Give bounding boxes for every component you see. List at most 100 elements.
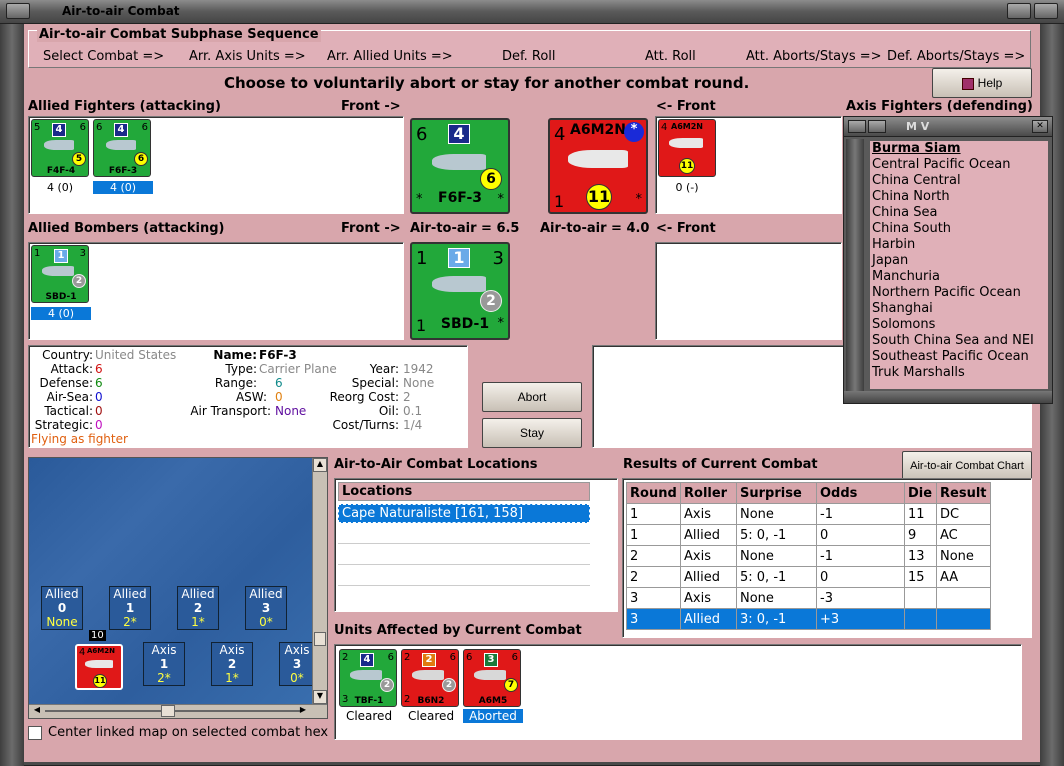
popup-menu-button[interactable] <box>848 120 866 133</box>
allied-box-2[interactable]: Allied 2 1* <box>177 586 219 630</box>
scroll-down-arrow-icon[interactable]: ▼ <box>313 690 327 704</box>
cell: Allied <box>680 608 737 630</box>
allied-box-1[interactable]: Allied 1 2* <box>109 586 151 630</box>
book-icon <box>961 77 974 90</box>
airsea-label: Air-Sea: <box>46 390 93 404</box>
map-horizontal-scrollbar[interactable]: ◀ ▶ <box>29 704 327 718</box>
abort-button[interactable]: Abort <box>482 382 582 412</box>
popup-close-icon[interactable]: ✕ <box>1032 120 1048 133</box>
counter-circle: 5 <box>72 152 86 166</box>
scroll-left-arrow-icon[interactable]: ◀ <box>31 705 43 717</box>
region-item[interactable]: Southeast Pacific Ocean <box>870 349 1048 365</box>
map-view[interactable]: Allied 0 None Allied 1 2* Allied 2 1* Allied 3 0… <box>28 457 328 719</box>
axis-unit-counter[interactable]: 4 A6M2N 11 <box>658 119 716 177</box>
region-item[interactable]: South China Sea and NEI <box>870 333 1048 349</box>
table-row[interactable]: 3 Axis None -3 <box>626 587 991 609</box>
cell <box>936 587 991 609</box>
region-item[interactable]: Solomons <box>870 317 1048 333</box>
box-num: 2 <box>227 657 237 671</box>
window-titlebar[interactable]: Air-to-air Combat <box>0 0 1064 24</box>
region-item[interactable]: Truk Marshalls <box>870 365 1048 381</box>
region-item[interactable]: China Sea <box>870 205 1048 221</box>
step-arr-axis: Arr. Axis Units => <box>189 49 306 64</box>
front-bomber-counter[interactable]: 1 1 3 2 1 SBD-1 * <box>410 242 510 340</box>
cell: 0 <box>816 524 905 546</box>
region-item[interactable]: China North <box>870 189 1048 205</box>
axis-bombers-box[interactable] <box>655 242 842 340</box>
region-item[interactable]: Shanghai <box>870 301 1048 317</box>
scroll-thumb[interactable] <box>314 632 326 646</box>
axis-box-2[interactable]: Axis 2 1* <box>211 642 253 686</box>
counter-top: 6 <box>466 652 473 663</box>
affected-counter-a6m5[interactable]: 6 3 6 7 A6M5 <box>463 649 521 707</box>
center-map-checkbox[interactable] <box>28 726 42 740</box>
affected-units-box[interactable]: 2 4 6 2 3 TBF-1 Cleared 2 2 6 2 2 B6N2 C… <box>334 644 1022 740</box>
table-row[interactable]: 2 Allied 5: 0, -1 0 15 AA <box>626 566 991 588</box>
cell: 15 <box>904 566 937 588</box>
minimize-button[interactable] <box>1007 3 1031 19</box>
cell: DC <box>936 503 991 525</box>
oil-value: 0.1 <box>403 404 423 418</box>
axis-box-3[interactable]: Axis 3 0* <box>279 642 315 686</box>
map-unit-name: A6M2N <box>87 647 115 655</box>
location-row[interactable]: Cape Naturaliste [161, 158] <box>338 504 590 523</box>
allied-bombers-box[interactable]: 1 1 3 2 SBD-1 4 (0) <box>28 242 404 340</box>
cell: 1 <box>626 524 681 546</box>
front-bomber-star: * <box>497 316 505 331</box>
region-item[interactable]: Japan <box>870 253 1048 269</box>
front-axis-counter[interactable]: 4 A6M2N * 11 1 * <box>548 118 648 214</box>
allied-fighters-box[interactable]: 5 4 6 5 F4F-4 4 (0) 6 4 6 6 F6F-3 4 (0) <box>28 116 404 214</box>
map-vertical-scrollbar[interactable]: ▲ ▼ <box>312 458 327 704</box>
region-popup[interactable]: M V ✕ Burma Siam Central Pacific Ocean C… <box>843 116 1053 404</box>
affected-title: Units Affected by Current Combat <box>334 623 582 638</box>
scroll-up-arrow-icon[interactable]: ▲ <box>313 458 327 472</box>
axis-unit-status: 0 (-) <box>675 181 699 194</box>
asw-value: 0 <box>275 390 283 404</box>
region-item[interactable]: Northern Pacific Ocean <box>870 285 1048 301</box>
box-side: Allied <box>181 587 215 601</box>
region-list[interactable]: Burma Siam Central Pacific Ocean China C… <box>870 141 1048 389</box>
unit-counter-f4f4[interactable]: 5 4 6 5 F4F-4 <box>31 119 89 177</box>
front-allied-counter[interactable]: 6 4 6 F6F-3 * * <box>410 118 510 214</box>
region-item[interactable]: China Central <box>870 173 1048 189</box>
popup-pin-button[interactable] <box>868 120 886 133</box>
name-label: Name: <box>213 348 257 362</box>
help-button[interactable]: Help <box>932 68 1032 98</box>
unit-counter-f6f3[interactable]: 6 4 6 6 F6F-3 <box>92 118 152 178</box>
axis-box-1[interactable]: Axis 1 2* <box>143 642 185 686</box>
col-roller: Roller <box>680 482 737 504</box>
bomber-counter-sbd1[interactable]: 1 1 3 2 SBD-1 <box>31 245 89 303</box>
axis-counter-name: A6M2N <box>671 122 703 131</box>
window-title: Air-to-air Combat <box>62 4 180 18</box>
system-menu-button[interactable] <box>6 3 30 19</box>
scroll-right-arrow-icon[interactable]: ▶ <box>297 705 309 717</box>
affected-counter-b6n2[interactable]: 2 2 6 2 2 B6N2 <box>401 649 459 707</box>
locations-list[interactable]: Locations Cape Naturaliste [161, 158] <box>334 478 618 612</box>
affected-counter-tbf1[interactable]: 2 4 6 2 3 TBF-1 <box>339 649 397 707</box>
region-item[interactable]: Harbin <box>870 237 1048 253</box>
cell: 3 <box>626 587 681 609</box>
allied-fighters-label: Allied Fighters (attacking) <box>28 99 221 114</box>
table-row[interactable]: 1 Axis None -1 11 DC <box>626 503 991 525</box>
axis-fighters-box[interactable]: 4 A6M2N 11 0 (-) <box>655 116 842 214</box>
front-star-right: * <box>497 192 505 207</box>
cell: 2 <box>626 545 681 567</box>
region-item[interactable]: Central Pacific Ocean <box>870 157 1048 173</box>
close-button[interactable] <box>1034 3 1058 19</box>
cell <box>904 608 937 630</box>
table-row[interactable]: 2 Axis None -1 13 None <box>626 545 991 567</box>
table-row-selected[interactable]: 3 Allied 3: 0, -1 +3 <box>626 608 991 630</box>
region-item[interactable]: Burma Siam <box>870 141 1048 157</box>
region-item[interactable]: Manchuria <box>870 269 1048 285</box>
airsea-value: 0 <box>95 390 103 404</box>
region-item[interactable]: China South <box>870 221 1048 237</box>
bombers-front-label: Front -> <box>341 221 401 236</box>
allied-box-3[interactable]: Allied 3 0* <box>245 586 287 630</box>
popup-titlebar[interactable]: M V ✕ <box>844 117 1052 137</box>
map-unit-counter[interactable]: 4 A6M2N 11 <box>75 644 123 690</box>
scroll-thumb-h[interactable] <box>161 705 175 717</box>
allied-box-0[interactable]: Allied 0 None <box>41 586 83 630</box>
stay-button[interactable]: Stay <box>482 418 582 448</box>
table-row[interactable]: 1 Allied 5: 0, -1 0 9 AC <box>626 524 991 546</box>
combat-chart-button[interactable]: Air-to-air Combat Chart <box>902 451 1032 481</box>
